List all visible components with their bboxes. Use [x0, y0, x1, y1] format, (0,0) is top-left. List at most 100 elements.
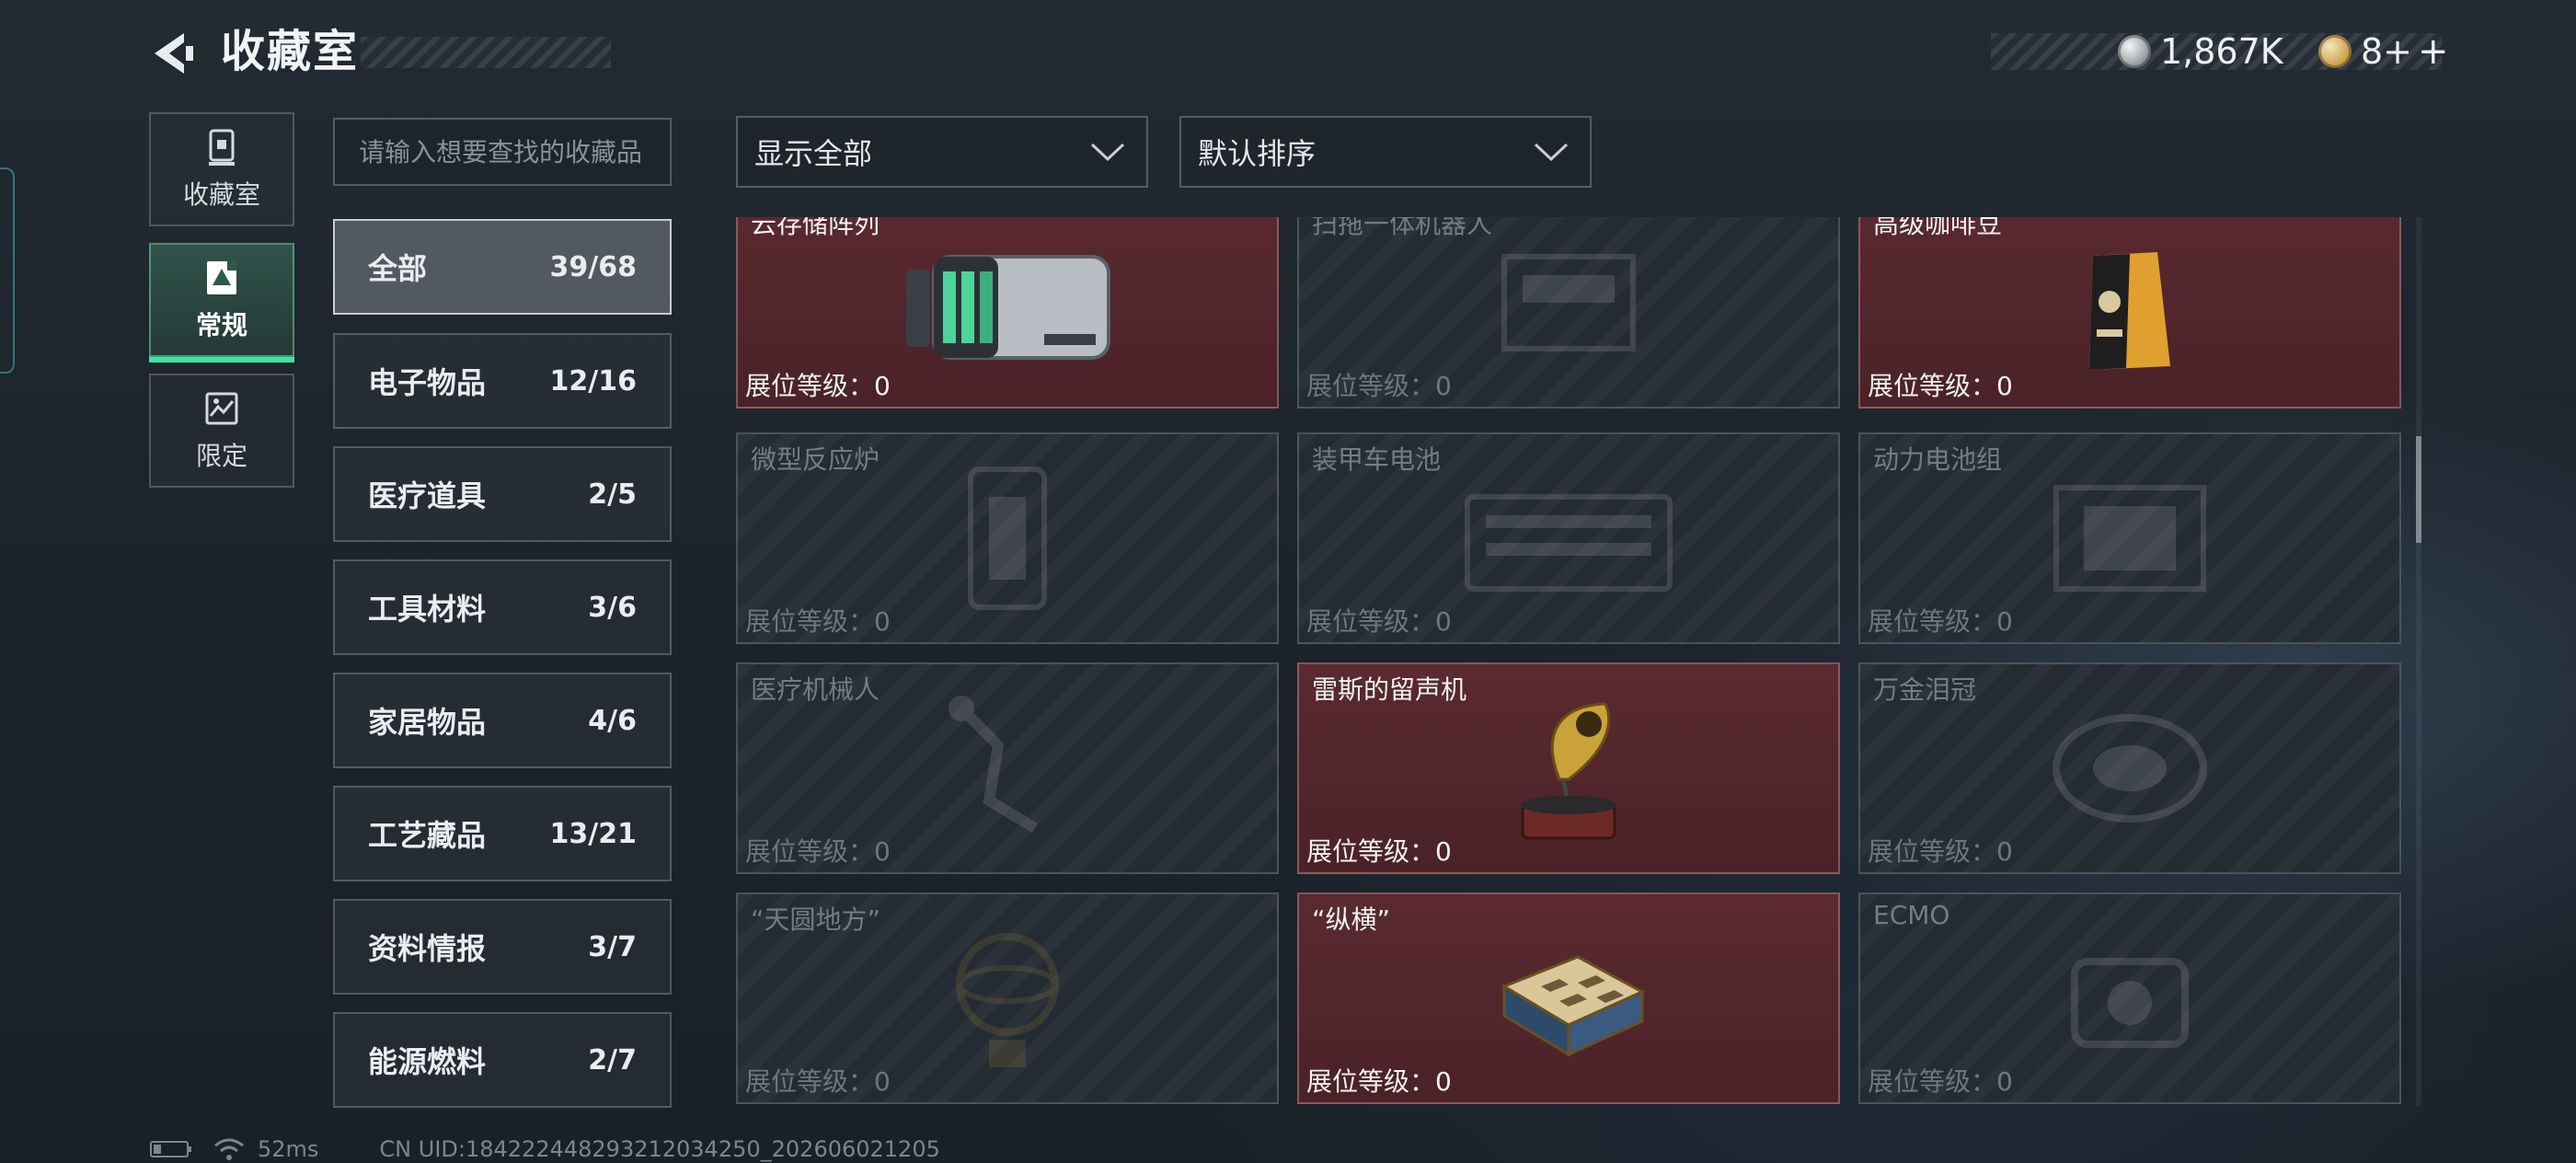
collection-card-chess-board[interactable]: “纵横” 展位等级：0 — [1297, 892, 1840, 1104]
limited-collection-icon — [205, 392, 238, 425]
item-level: 展位等级：0 — [1306, 836, 1452, 867]
back-arrow-icon — [155, 33, 193, 74]
gold-amount: 8+ — [2361, 31, 2413, 72]
grid-scroll-thumb[interactable] — [2416, 436, 2421, 543]
sort-dropdown[interactable]: 默认排序 — [1179, 116, 1592, 188]
item-level: 展位等级：0 — [745, 606, 891, 637]
user-uid: CN UID:184222448293212034250_20260602120… — [379, 1136, 940, 1162]
tab-regular[interactable]: 常规 — [149, 243, 294, 363]
tab-label: 收藏室 — [182, 179, 260, 210]
category-intel[interactable]: 资料情报 3/7 — [333, 899, 672, 995]
sort-value: 默认排序 — [1198, 136, 1317, 171]
wifi-icon — [214, 1138, 244, 1160]
collection-card-medical-robot[interactable]: 医疗机械人 展位等级：0 — [736, 662, 1279, 874]
category-name: 医疗道具 — [368, 478, 487, 513]
item-level: 展位等级：0 — [745, 371, 891, 401]
tab-limited[interactable]: 限定 — [149, 374, 294, 488]
silver-currency: 1,867K — [2118, 26, 2283, 77]
category-count: 3/7 — [588, 930, 637, 963]
category-crafts[interactable]: 工艺藏品 13/21 — [333, 786, 672, 881]
add-currency-icon[interactable]: + — [2418, 30, 2449, 73]
item-name: 万金泪冠 — [1873, 674, 1977, 705]
title-decoration — [361, 37, 611, 68]
status-bar: 52ms CN UID:184222448293212034250_202606… — [149, 1135, 940, 1163]
item-name: “天圆地方” — [751, 904, 881, 935]
tab-label: 常规 — [195, 310, 247, 340]
gold-currency: 8+ + — [2318, 26, 2449, 77]
item-level: 展位等级：0 — [1306, 1066, 1452, 1097]
chess-board-icon — [1501, 955, 1646, 1057]
category-count: 39/68 — [549, 250, 637, 283]
collection-card-power-battery[interactable]: 动力电池组 展位等级：0 — [1858, 432, 2401, 644]
page-title: 收藏室 — [221, 26, 360, 77]
collection-card-armillary[interactable]: “天圆地方” 展位等级：0 — [736, 892, 1279, 1104]
category-name: 工具材料 — [368, 592, 487, 627]
category-tools[interactable]: 工具材料 3/6 — [333, 559, 672, 655]
battery-icon — [150, 1141, 191, 1157]
category-name: 家居物品 — [368, 705, 487, 740]
category-count: 3/6 — [588, 591, 637, 624]
medical-robot-icon — [949, 696, 1039, 834]
power-battery-icon — [2053, 485, 2206, 592]
armillary-icon — [956, 933, 1059, 1067]
collection-card-cloud-storage[interactable]: 云存储阵列 展位等级：0 — [736, 217, 1279, 409]
category-count: 12/16 — [549, 364, 637, 397]
category-electronics[interactable]: 电子物品 12/16 — [333, 333, 672, 429]
gold-coin-icon — [2318, 35, 2352, 68]
collection-room-icon — [209, 129, 235, 166]
chevron-down-icon — [1534, 143, 1569, 162]
armored-battery-icon — [1465, 494, 1673, 592]
collection-card-micro-reactor[interactable]: 微型反应炉 展位等级：0 — [736, 432, 1279, 644]
regular-collection-icon — [207, 261, 236, 294]
category-name: 电子物品 — [368, 365, 487, 400]
item-name: 扫拖一体机器人 — [1312, 217, 1493, 239]
crown-icon — [2053, 714, 2207, 823]
collection-card-robot-vacuum[interactable]: 扫拖一体机器人 展位等级：0 — [1297, 217, 1840, 409]
item-level: 展位等级：0 — [745, 836, 891, 867]
collection-card-ecmo[interactable]: ECMO 展位等级：0 — [1858, 892, 2401, 1104]
display-filter-dropdown[interactable]: 显示全部 — [736, 116, 1148, 188]
robot-vacuum-icon — [1501, 254, 1636, 351]
coffee-bag-icon — [2089, 252, 2170, 371]
category-household[interactable]: 家居物品 4/6 — [333, 673, 672, 768]
item-name: 雷斯的留声机 — [1312, 674, 1467, 705]
silver-amount: 1,867K — [2160, 31, 2283, 72]
item-level: 展位等级：0 — [745, 1066, 891, 1097]
grid-scrollbar[interactable] — [2416, 217, 2421, 1106]
category-all[interactable]: 全部 39/68 — [333, 219, 672, 315]
category-name: 资料情报 — [368, 931, 487, 966]
category-count: 13/21 — [549, 817, 637, 850]
item-name: 微型反应炉 — [751, 444, 880, 475]
category-name: 工艺藏品 — [368, 818, 487, 853]
collection-card-crown[interactable]: 万金泪冠 展位等级：0 — [1858, 662, 2401, 874]
category-fuel[interactable]: 能源燃料 2/7 — [333, 1012, 672, 1108]
item-level: 展位等级：0 — [1306, 606, 1452, 637]
collection-card-gramophone[interactable]: 雷斯的留声机 展位等级：0 — [1297, 662, 1840, 874]
item-name: “纵横” — [1312, 904, 1391, 935]
back-button[interactable] — [147, 28, 199, 79]
item-name: 装甲车电池 — [1312, 444, 1442, 475]
gramophone-icon — [1521, 702, 1616, 840]
category-medical[interactable]: 医疗道具 2/5 — [333, 446, 672, 542]
micro-reactor-icon — [968, 466, 1047, 610]
item-level: 展位等级：0 — [1868, 606, 2013, 637]
tab-collection-room[interactable]: 收藏室 — [149, 112, 294, 226]
collection-grid: 云存储阵列 展位等级：0 扫拖一体机器人 展位等级：0 高级咖啡豆 展位等级：0 — [732, 217, 2407, 1106]
collection-card-armored-battery[interactable]: 装甲车电池 展位等级：0 — [1297, 432, 1840, 644]
tab-label: 限定 — [195, 441, 247, 471]
item-name: 云存储阵列 — [751, 217, 880, 239]
ecmo-icon — [2071, 958, 2189, 1048]
category-count: 2/7 — [588, 1043, 637, 1077]
item-name: 医疗机械人 — [751, 674, 880, 705]
item-name: 动力电池组 — [1873, 444, 2003, 475]
item-level: 展位等级：0 — [1868, 371, 2013, 401]
item-name: 高级咖啡豆 — [1873, 217, 2003, 239]
side-drawer-handle[interactable] — [0, 167, 15, 374]
collection-search-input[interactable] — [333, 118, 672, 186]
collection-card-coffee-beans[interactable]: 高级咖啡豆 展位等级：0 — [1858, 217, 2401, 409]
category-name: 能源燃料 — [368, 1044, 487, 1079]
item-level: 展位等级：0 — [1306, 371, 1452, 401]
chevron-down-icon — [1090, 143, 1125, 162]
display-filter-value: 显示全部 — [754, 136, 873, 171]
server-array-icon — [906, 254, 1110, 360]
